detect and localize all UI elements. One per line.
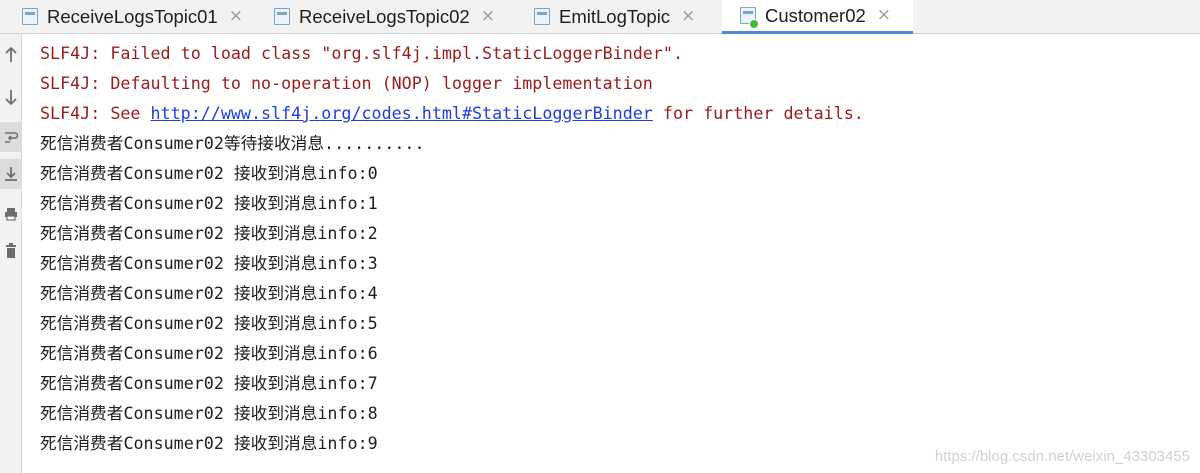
log-text: 死信消费者 [40, 373, 124, 393]
log-text: Consumer02 [123, 283, 234, 303]
log-text: info:0 [317, 163, 378, 183]
log-text: info:7 [317, 373, 378, 393]
log-text: info:5 [317, 313, 378, 333]
log-text: 死信消费者 [40, 433, 124, 453]
run-config-icon [274, 8, 290, 25]
log-text: 接收到消息 [233, 373, 318, 393]
log-line-received: 死信消费者Consumer02 接收到消息info:2 [40, 218, 378, 248]
log-text: 接收到消息 [233, 403, 318, 423]
log-text: 接收到消息 [233, 163, 318, 183]
log-text: SLF4J: See [40, 103, 151, 123]
log-text: 死信消费者 [40, 223, 124, 243]
log-line-received: 死信消费者Consumer02 接收到消息info:7 [40, 368, 378, 398]
log-text: for further details. [652, 103, 864, 123]
close-icon[interactable]: × [481, 8, 495, 25]
log-line-received: 死信消费者Consumer02 接收到消息info:5 [40, 308, 378, 338]
log-text: info:1 [317, 193, 378, 213]
watermark: https://blog.csdn.net/weixin_43303455 [934, 448, 1190, 465]
log-text: Consumer02 [123, 313, 234, 333]
tab-label: ReceiveLogsTopic02 [299, 5, 470, 27]
log-line-error: SLF4J: Defaulting to no-operation (NOP) … [40, 73, 653, 93]
log-text: 接收到消息 [233, 313, 318, 333]
log-text: 死信消费者 [40, 133, 124, 153]
slf4j-link[interactable]: http://www.slf4j.org/codes.html#StaticLo… [151, 103, 653, 123]
run-config-icon [740, 7, 759, 29]
log-text: Consumer02 [123, 193, 234, 213]
tab-label: EmitLogTopic [559, 5, 671, 27]
log-text: Consumer02 [123, 343, 234, 363]
log-text: 接收到消息 [233, 283, 318, 303]
log-line-error: SLF4J: Failed to load class "org.slf4j.i… [40, 43, 683, 63]
log-text: Consumer02 [123, 433, 234, 453]
tab-emitlogtopic[interactable]: EmitLogTopic × [534, 0, 695, 33]
log-text: 接收到消息 [233, 343, 318, 363]
log-line-received: 死信消费者Consumer02 接收到消息info:4 [40, 278, 378, 308]
run-config-icon [22, 8, 38, 25]
log-text: 死信消费者 [40, 283, 124, 303]
trash-icon[interactable] [0, 236, 21, 266]
log-text: Consumer02 [123, 163, 234, 183]
log-text: 死信消费者 [40, 403, 124, 423]
running-indicator-icon [749, 19, 759, 29]
up-arrow-icon[interactable] [0, 40, 21, 70]
close-icon[interactable]: × [877, 7, 891, 24]
log-text: 接收到消息 [233, 253, 318, 273]
log-text: Consumer02 [123, 133, 224, 153]
log-text: .......... [324, 133, 425, 153]
log-text: info:6 [317, 343, 378, 363]
log-text: info:4 [317, 283, 378, 303]
log-line-received: 死信消费者Consumer02 接收到消息info:1 [40, 188, 378, 218]
run-tab-bar: ReceiveLogsTopic01 × ReceiveLogsTopic02 … [0, 0, 1200, 34]
log-text: info:9 [317, 433, 378, 453]
console-output[interactable]: SLF4J: Failed to load class "org.slf4j.i… [22, 34, 1200, 473]
log-text: info:3 [317, 253, 378, 273]
scroll-to-end-icon[interactable] [0, 159, 21, 189]
console-toolbar [0, 34, 22, 473]
log-text: 死信消费者 [40, 253, 124, 273]
log-line-received: 死信消费者Consumer02 接收到消息info:8 [40, 398, 378, 428]
log-text: 接收到消息 [233, 193, 318, 213]
log-text: 等待接收消息 [223, 133, 325, 153]
tab-customer02[interactable]: Customer02 × [722, 0, 913, 34]
log-text: Consumer02 [123, 253, 234, 273]
log-text: 死信消费者 [40, 343, 124, 363]
log-line-received: 死信消费者Consumer02 接收到消息info:9 [40, 428, 378, 458]
print-icon[interactable] [0, 199, 21, 229]
log-line-received: 死信消费者Consumer02 接收到消息info:0 [40, 158, 378, 188]
close-icon[interactable]: × [229, 8, 243, 25]
log-text: 死信消费者 [40, 163, 124, 183]
run-config-icon [534, 8, 550, 25]
log-text: info:2 [317, 223, 378, 243]
log-text: 死信消费者 [40, 313, 124, 333]
tab-label: Customer02 [765, 4, 866, 26]
tab-receivelogstopic01[interactable]: ReceiveLogsTopic01 × [22, 0, 243, 33]
soft-wrap-icon[interactable] [0, 122, 21, 152]
log-text: Consumer02 [123, 223, 234, 243]
log-text: 死信消费者 [40, 193, 124, 213]
log-text: Consumer02 [123, 403, 234, 423]
log-line-received: 死信消费者Consumer02 接收到消息info:3 [40, 248, 378, 278]
down-arrow-icon[interactable] [0, 82, 21, 112]
log-line-error: SLF4J: See http://www.slf4j.org/codes.ht… [40, 98, 864, 128]
log-text: info:8 [317, 403, 378, 423]
log-line-received: 死信消费者Consumer02 接收到消息info:6 [40, 338, 378, 368]
close-icon[interactable]: × [681, 8, 695, 25]
log-text: 接收到消息 [233, 223, 318, 243]
log-text: Consumer02 [123, 373, 234, 393]
log-text: 接收到消息 [233, 433, 318, 453]
tab-receivelogstopic02[interactable]: ReceiveLogsTopic02 × [274, 0, 495, 33]
tab-label: ReceiveLogsTopic01 [47, 5, 218, 27]
log-line-waiting: 死信消费者Consumer02等待接收消息.......... [40, 128, 425, 158]
